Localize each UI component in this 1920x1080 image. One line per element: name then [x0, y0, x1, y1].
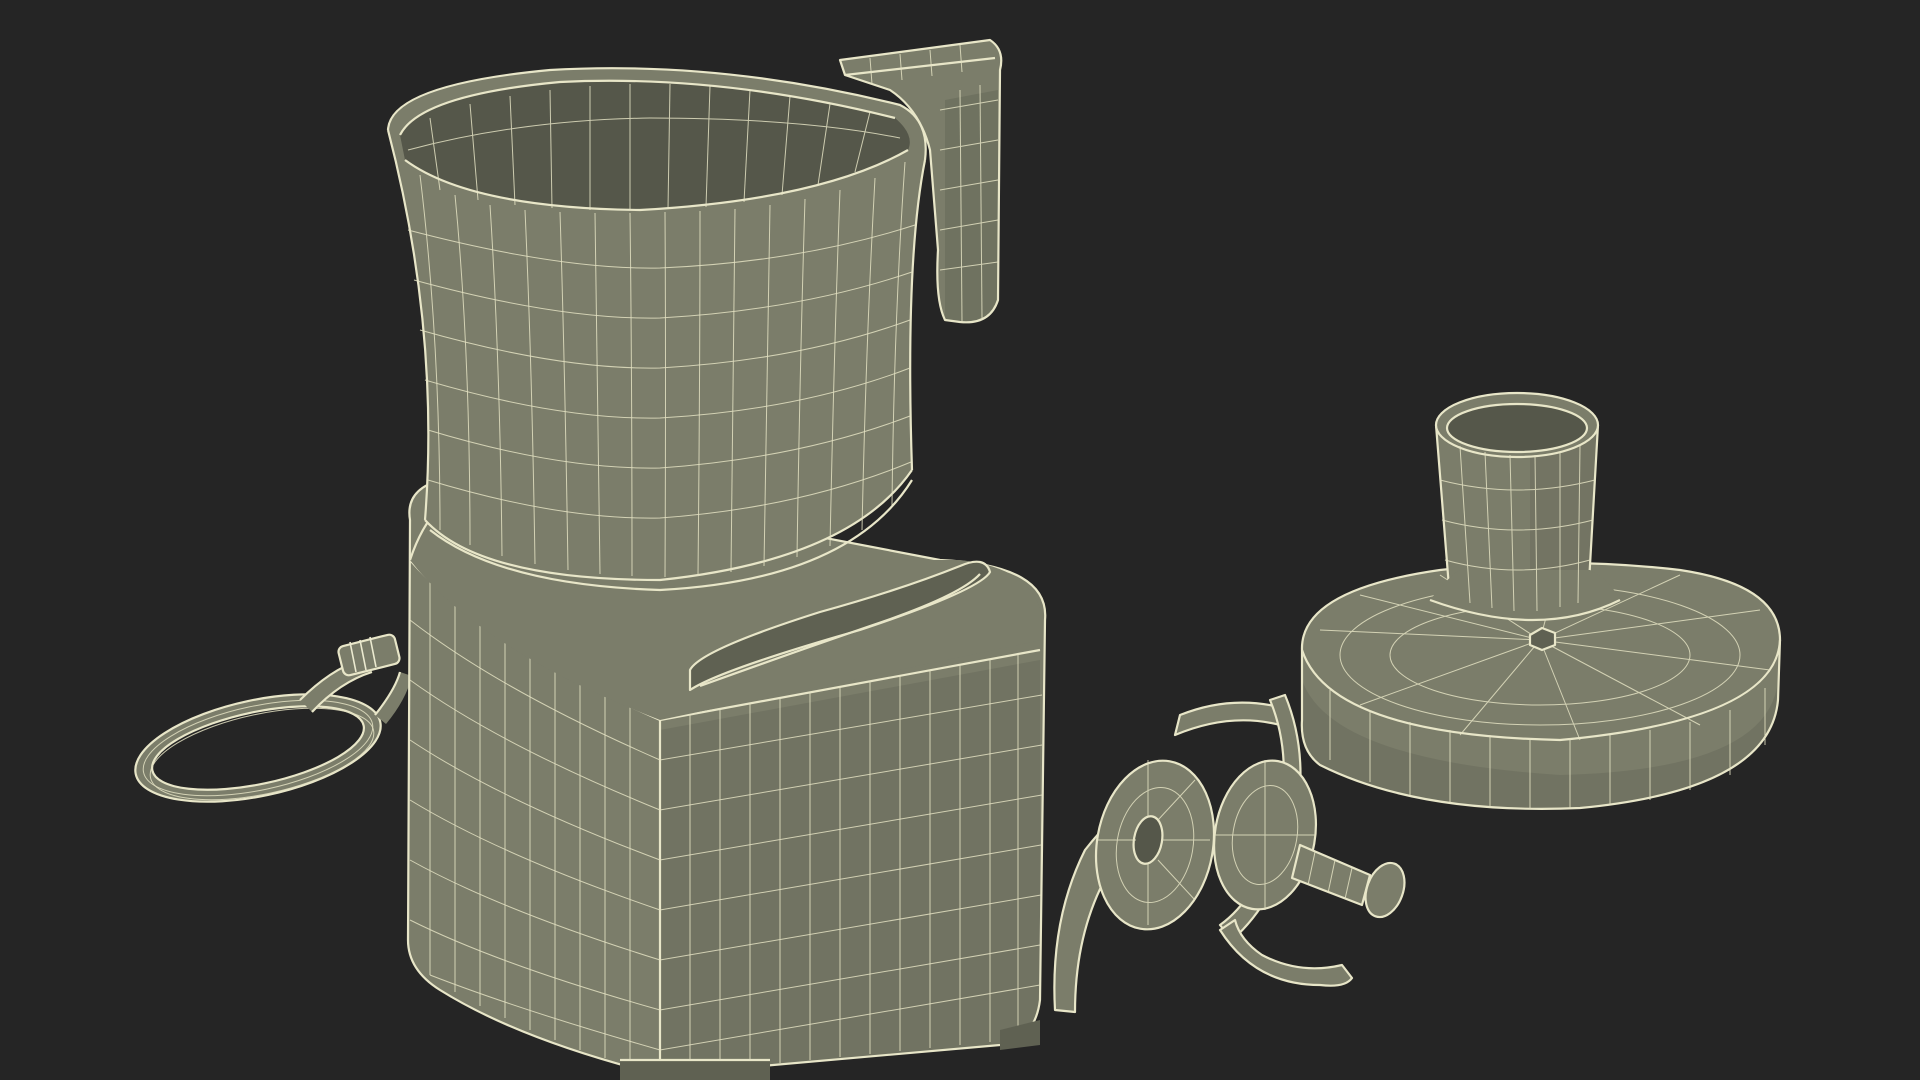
food-processor-bowl — [386, 67, 927, 592]
lid-feed-tube — [1429, 391, 1621, 622]
wireframe-render-canvas — [134, 38, 1782, 1080]
power-cord — [134, 633, 412, 803]
bowl-lid — [1300, 391, 1782, 810]
cord-strain-relief — [337, 633, 401, 677]
